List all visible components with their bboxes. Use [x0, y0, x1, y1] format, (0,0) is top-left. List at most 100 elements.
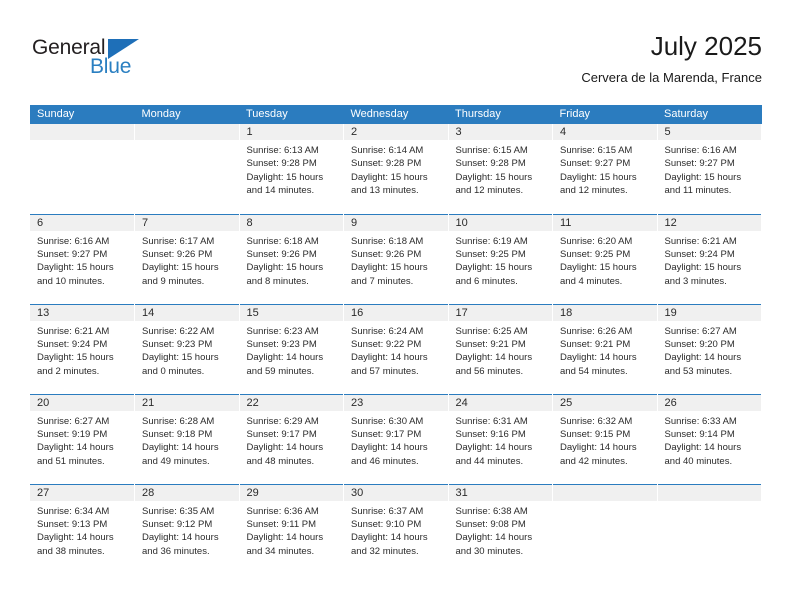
calendar-day-cell[interactable]: 17 Sunrise: 6:25 AM Sunset: 9:21 PM Dayligh… [448, 304, 553, 394]
calendar-day-cell[interactable]: 11 Sunrise: 6:20 AM Sunset: 9:25 PM Dayligh… [553, 214, 658, 304]
calendar-day-cell[interactable]: 13 Sunrise: 6:21 AM Sunset: 9:24 PM Dayligh… [30, 304, 135, 394]
day-number: 11 [553, 214, 657, 232]
day-details: Sunrise: 6:17 AM Sunset: 9:26 PM Daylight:… [135, 232, 239, 289]
sunset-text: Sunset: 9:28 PM [351, 158, 422, 170]
calendar-day-cell[interactable]: 4 Sunrise: 6:15 AM Sunset: 9:27 PM Daylight… [553, 124, 658, 214]
calendar-day-cell[interactable]: 26 Sunrise: 6:33 AM Sunset: 9:14 PM Dayligh… [657, 394, 762, 484]
sunrise-text: Sunrise: 6:21 AM [37, 325, 110, 337]
sunrise-text: Sunrise: 6:34 AM [37, 505, 110, 517]
day-number: 16 [344, 304, 448, 322]
calendar-week-row: 27 Sunrise: 6:34 AM Sunset: 9:13 PM Dayligh… [30, 484, 762, 574]
calendar-week-row: 1 Sunrise: 6:13 AM Sunset: 9:28 PM Daylight… [30, 124, 762, 214]
sunrise-text: Sunrise: 6:24 AM [351, 325, 424, 337]
daylight-text: Daylight: 14 hours [246, 442, 324, 454]
sunrise-text: Sunrise: 6:31 AM [455, 415, 528, 427]
sunrise-text: Sunrise: 6:33 AM [664, 415, 737, 427]
day-number [135, 124, 239, 141]
day-number: 17 [448, 304, 552, 322]
day-details: Sunrise: 6:36 AM Sunset: 9:11 PM Daylight:… [240, 502, 344, 559]
calendar-day-cell[interactable]: 6 Sunrise: 6:16 AM Sunset: 9:27 PM Daylight… [30, 214, 135, 304]
sunset-text: Sunset: 9:22 PM [351, 338, 422, 350]
daylight-text: Daylight: 15 hours [664, 171, 742, 183]
calendar-day-cell[interactable]: 5 Sunrise: 6:16 AM Sunset: 9:27 PM Daylight… [657, 124, 762, 214]
sunset-text: Sunset: 9:17 PM [246, 428, 317, 440]
sunset-text: Sunset: 9:26 PM [246, 248, 317, 260]
sunrise-text: Sunrise: 6:21 AM [664, 235, 737, 247]
daylight-text: and 48 minutes. [246, 455, 315, 467]
sunrise-text: Sunrise: 6:26 AM [560, 325, 633, 337]
daylight-text: Daylight: 15 hours [560, 262, 637, 274]
day-details: Sunrise: 6:16 AM Sunset: 9:27 PM Daylight:… [658, 141, 762, 198]
calendar-day-cell[interactable]: 7 Sunrise: 6:17 AM Sunset: 9:26 PM Daylight… [135, 214, 240, 304]
day-number: 8 [239, 214, 343, 232]
day-details [30, 141, 134, 144]
calendar-week-row: 20 Sunrise: 6:27 AM Sunset: 9:19 PM Dayligh… [30, 394, 762, 484]
sunrise-text: Sunrise: 6:20 AM [560, 235, 633, 247]
sunrise-text: Sunrise: 6:35 AM [142, 505, 215, 517]
calendar-day-cell[interactable]: 25 Sunrise: 6:32 AM Sunset: 9:15 PM Dayligh… [553, 394, 658, 484]
day-number: 30 [344, 484, 448, 502]
day-number: 5 [657, 124, 761, 141]
daylight-text: and 34 minutes. [246, 545, 315, 557]
daylight-text: and 7 minutes. [351, 275, 414, 287]
calendar-day-cell[interactable]: 28 Sunrise: 6:35 AM Sunset: 9:12 PM Dayligh… [135, 484, 240, 574]
daylight-text: and 6 minutes. [455, 275, 518, 287]
sunset-text: Sunset: 9:23 PM [246, 338, 317, 350]
sunset-text: Sunset: 9:27 PM [37, 248, 108, 260]
weekday-header-thursday: Thursday [448, 105, 553, 124]
calendar-day-cell[interactable]: 16 Sunrise: 6:24 AM Sunset: 9:22 PM Dayligh… [344, 304, 449, 394]
calendar-day-cell[interactable]: 8 Sunrise: 6:18 AM Sunset: 9:26 PM Daylight… [239, 214, 344, 304]
calendar-day-cell[interactable]: 23 Sunrise: 6:30 AM Sunset: 9:17 PM Dayligh… [344, 394, 449, 484]
daylight-text: Daylight: 14 hours [37, 532, 114, 544]
general-blue-logo[interactable]: General Blue [32, 36, 162, 82]
day-number: 28 [135, 484, 239, 502]
day-number: 10 [448, 214, 552, 232]
day-details: Sunrise: 6:23 AM Sunset: 9:23 PM Daylight:… [240, 322, 344, 379]
daylight-text: Daylight: 14 hours [142, 442, 219, 454]
calendar-day-cell[interactable]: 24 Sunrise: 6:31 AM Sunset: 9:16 PM Dayligh… [448, 394, 553, 484]
calendar-day-cell[interactable]: 22 Sunrise: 6:29 AM Sunset: 9:17 PM Dayligh… [239, 394, 344, 484]
calendar-day-cell[interactable]: 21 Sunrise: 6:28 AM Sunset: 9:18 PM Dayligh… [135, 394, 240, 484]
sunrise-text: Sunrise: 6:15 AM [560, 145, 633, 156]
sunrise-text: Sunrise: 6:18 AM [246, 235, 319, 247]
calendar-day-cell[interactable]: 29 Sunrise: 6:36 AM Sunset: 9:11 PM Dayligh… [239, 484, 344, 574]
calendar-day-cell[interactable]: 3 Sunrise: 6:15 AM Sunset: 9:28 PM Daylight… [448, 124, 553, 214]
weekday-header-wednesday: Wednesday [343, 105, 448, 124]
day-number: 2 [344, 124, 448, 141]
daylight-text: and 51 minutes. [37, 455, 105, 467]
day-details: Sunrise: 6:26 AM Sunset: 9:21 PM Daylight:… [553, 322, 657, 379]
daylight-text: Daylight: 15 hours [37, 262, 114, 274]
sunset-text: Sunset: 9:21 PM [560, 338, 631, 350]
calendar-day-cell[interactable]: 15 Sunrise: 6:23 AM Sunset: 9:23 PM Dayligh… [239, 304, 344, 394]
daylight-text: and 44 minutes. [455, 455, 524, 467]
calendar-day-cell[interactable]: 30 Sunrise: 6:37 AM Sunset: 9:10 PM Dayligh… [344, 484, 449, 574]
calendar-day-cell[interactable]: 19 Sunrise: 6:27 AM Sunset: 9:20 PM Dayligh… [657, 304, 762, 394]
calendar-day-cell[interactable]: 2 Sunrise: 6:14 AM Sunset: 9:28 PM Daylight… [344, 124, 449, 214]
calendar-day-cell[interactable]: 20 Sunrise: 6:27 AM Sunset: 9:19 PM Dayligh… [30, 394, 135, 484]
calendar-day-cell[interactable]: 10 Sunrise: 6:19 AM Sunset: 9:25 PM Dayligh… [448, 214, 553, 304]
sunrise-text: Sunrise: 6:16 AM [37, 235, 110, 247]
calendar-day-cell[interactable]: 14 Sunrise: 6:22 AM Sunset: 9:23 PM Dayligh… [135, 304, 240, 394]
sunset-text: Sunset: 9:26 PM [142, 248, 213, 260]
daylight-text: Daylight: 14 hours [560, 352, 637, 364]
calendar-day-cell[interactable]: 12 Sunrise: 6:21 AM Sunset: 9:24 PM Dayligh… [657, 214, 762, 304]
sunrise-text: Sunrise: 6:38 AM [455, 505, 528, 517]
sunrise-text: Sunrise: 6:37 AM [351, 505, 424, 517]
calendar-day-cell[interactable]: 9 Sunrise: 6:18 AM Sunset: 9:26 PM Daylight… [344, 214, 449, 304]
calendar-day-cell[interactable]: 31 Sunrise: 6:38 AM Sunset: 9:08 PM Dayligh… [448, 484, 553, 574]
calendar-day-cell-empty [657, 484, 762, 574]
daylight-text: Daylight: 14 hours [351, 442, 428, 454]
sunset-text: Sunset: 9:15 PM [560, 428, 631, 440]
day-details: Sunrise: 6:34 AM Sunset: 9:13 PM Daylight:… [30, 502, 134, 559]
calendar-day-cell[interactable]: 1 Sunrise: 6:13 AM Sunset: 9:28 PM Daylight… [239, 124, 344, 214]
calendar-day-cell[interactable]: 18 Sunrise: 6:26 AM Sunset: 9:21 PM Dayligh… [553, 304, 658, 394]
day-details: Sunrise: 6:22 AM Sunset: 9:23 PM Daylight:… [135, 322, 239, 379]
daylight-text: and 46 minutes. [351, 455, 419, 467]
daylight-text: and 54 minutes. [560, 365, 628, 377]
daylight-text: Daylight: 15 hours [246, 171, 324, 183]
page-title: July 2025 [650, 31, 762, 61]
calendar-day-cell[interactable]: 27 Sunrise: 6:34 AM Sunset: 9:13 PM Dayligh… [30, 484, 135, 574]
weekday-header-row: Sunday Monday Tuesday Wednesday Thursday Frid… [30, 105, 762, 124]
day-number: 25 [553, 394, 657, 412]
sunset-text: Sunset: 9:11 PM [246, 518, 317, 530]
